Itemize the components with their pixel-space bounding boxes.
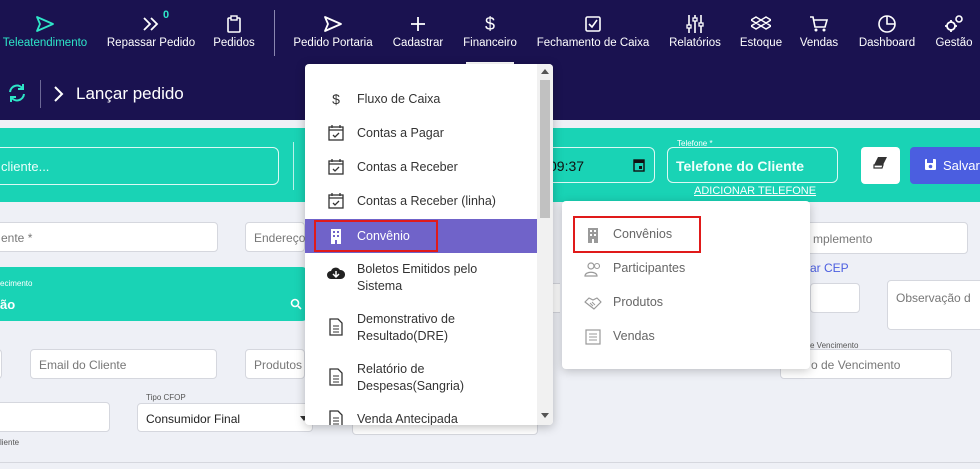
menu-item-relatorio-despesas[interactable]: Relatório de Despesas(Sangria) [305, 359, 537, 399]
scroll-up-arrow[interactable] [541, 69, 549, 74]
footer-divider [0, 462, 980, 463]
email-field[interactable]: Email do Cliente [30, 349, 217, 379]
products-field[interactable]: Produtos [245, 349, 305, 379]
client-search-input[interactable]: cliente... [0, 147, 279, 185]
floppy-disk-icon [924, 158, 937, 174]
convenios-highlight [573, 216, 701, 253]
cfop-label: Tipo CFOP [146, 393, 186, 402]
band-divider [293, 142, 294, 190]
calendar-check-icon [327, 192, 345, 210]
eraser-icon [872, 156, 890, 175]
row4-field[interactable] [0, 402, 110, 432]
refresh-icon[interactable] [6, 82, 28, 109]
list-icon [584, 328, 602, 346]
nav-pedidos[interactable]: Pedidos [206, 0, 262, 68]
document-icon [327, 368, 345, 386]
top-navigation: Teleatendimento 0 Repassar Pedido Pedido… [0, 0, 980, 68]
client-name-field[interactable]: ente * [0, 222, 218, 252]
menu-item-boletos[interactable]: Boletos Emitidos pelo Sistema [305, 259, 537, 299]
menu-item-venda-antecipada[interactable]: Venda Antecipada [305, 407, 537, 425]
save-button[interactable]: Salvar [910, 147, 980, 184]
scroll-down-arrow[interactable] [541, 413, 549, 418]
menu-item-contas-receber-linha[interactable]: Contas a Receber (linha) [305, 188, 537, 214]
submenu-item-produtos[interactable]: Produtos [562, 288, 810, 318]
nav-relatorios[interactable]: Relatórios [664, 0, 726, 68]
handshake-icon [584, 294, 602, 312]
nav-dashboard[interactable]: Dashboard [853, 0, 921, 68]
nav-repassar-pedido[interactable]: 0 Repassar Pedido [103, 0, 199, 68]
checkbox-icon [584, 0, 602, 38]
address-field[interactable]: Endereço [245, 222, 305, 252]
dollar-icon: $ [332, 91, 340, 107]
send-icon [323, 0, 343, 38]
calendar-check-icon [327, 158, 345, 176]
document-icon [327, 410, 345, 425]
repassar-badge: 0 [163, 9, 170, 21]
submenu-item-vendas[interactable]: Vendas [562, 322, 810, 352]
calendar-check-icon [327, 124, 345, 142]
nav-cadastrar[interactable]: Cadastrar [386, 0, 450, 68]
menu-item-fluxo-caixa[interactable]: $ Fluxo de Caixa [305, 86, 537, 112]
search-cep-link[interactable]: ar CEP [810, 261, 849, 275]
plus-icon [410, 0, 426, 38]
nav-vendas[interactable]: Vendas [794, 0, 844, 68]
chevron-right-icon [52, 85, 64, 108]
nav-pedido-portaria[interactable]: Pedido Portaria [288, 0, 378, 68]
nav-financeiro[interactable]: $ Financeiro [458, 0, 522, 68]
search-icon[interactable] [290, 297, 302, 315]
menu-item-contas-pagar[interactable]: Contas a Pagar [305, 120, 537, 146]
nav-teleatendimento[interactable]: Teleatendimento [0, 0, 96, 68]
observation-field[interactable]: Observação d [887, 280, 980, 330]
send-icon [35, 0, 55, 38]
phone-input[interactable]: Telefone do Cliente [667, 147, 838, 183]
double-chevron-icon [142, 0, 160, 38]
small-field[interactable] [810, 283, 860, 313]
scroll-thumb[interactable] [540, 80, 550, 218]
client-small-label: liente [0, 438, 20, 447]
document-icon [327, 318, 345, 336]
page-title: Lançar pedido [76, 84, 184, 103]
gears-icon [943, 0, 965, 38]
menu-item-contas-receber[interactable]: Contas a Receber [305, 154, 537, 180]
clear-button[interactable] [861, 147, 900, 184]
complement-field[interactable]: mplemento [804, 222, 968, 254]
sliders-icon [685, 0, 705, 38]
dropdown-scrollbar[interactable] [537, 64, 553, 425]
cfop-select[interactable]: Consumidor Final [137, 403, 313, 432]
calendar-icon[interactable] [633, 158, 645, 175]
row3-edge-field[interactable] [0, 349, 2, 379]
menu-item-dre[interactable]: Demonstrativo de Resultado(DRE) [305, 309, 537, 349]
nav-fechamento-caixa[interactable]: Fechamento de Caixa [531, 0, 655, 68]
payment-box: ecimento ão [0, 267, 308, 321]
convenio-highlight [314, 220, 438, 252]
cart-icon [809, 0, 829, 38]
add-phone-link[interactable]: ADICIONAR TELEFONE [694, 185, 816, 197]
pie-chart-icon [877, 0, 897, 38]
dropbox-icon [751, 0, 771, 38]
dollar-icon: $ [484, 13, 495, 34]
users-icon [584, 260, 602, 278]
nav-estoque[interactable]: Estoque [734, 0, 788, 68]
clipboard-icon [226, 0, 242, 38]
cloud-download-icon [327, 264, 345, 282]
nav-gestao[interactable]: Gestão [928, 0, 980, 68]
title-divider [40, 80, 41, 108]
nav-divider [274, 10, 275, 56]
submenu-item-participantes[interactable]: Participantes [562, 254, 810, 284]
